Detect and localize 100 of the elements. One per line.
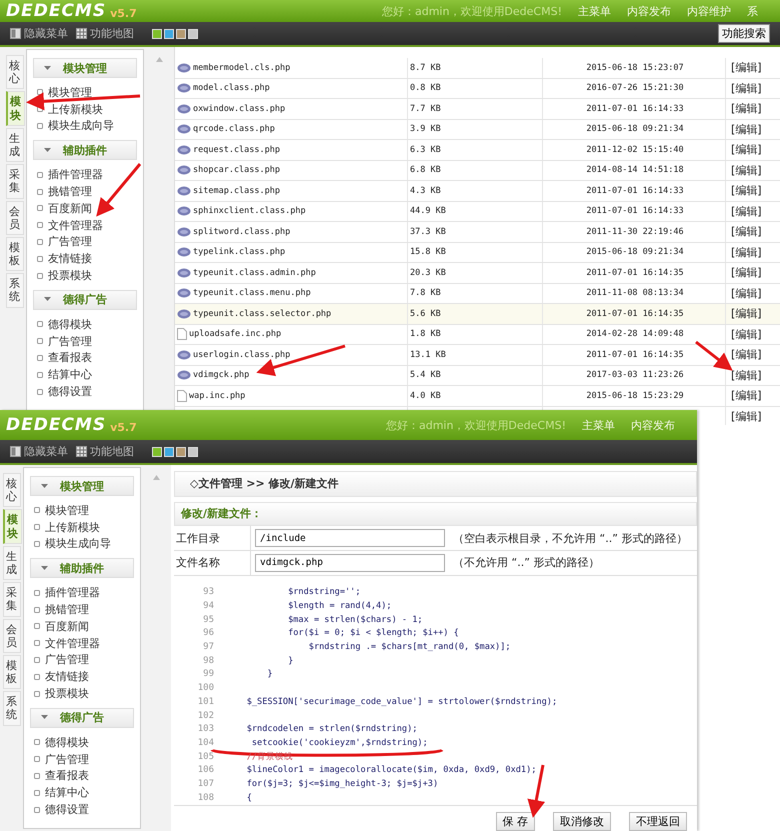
sidebar-item[interactable]: 广告管理 bbox=[48, 234, 92, 250]
toolbar-link[interactable]: 隐藏菜单 bbox=[24, 26, 68, 41]
side-tab[interactable]: 核心 bbox=[6, 55, 24, 90]
file-name[interactable]: splitword.class.php bbox=[193, 226, 290, 237]
group-header[interactable]: 辅助插件 bbox=[33, 140, 137, 160]
side-tab[interactable]: 核心 bbox=[3, 473, 21, 508]
side-tab[interactable]: 模块 bbox=[6, 91, 25, 126]
side-tab[interactable]: 系统 bbox=[6, 273, 24, 308]
edit-link[interactable]: [编辑] bbox=[731, 80, 762, 96]
file-name[interactable]: vdimgck.php bbox=[193, 370, 250, 380]
table-row[interactable]: oxwindow.class.php 7.7 KB 2011-07-01 16:14:33 [编辑] bbox=[175, 99, 780, 120]
toolbar-link[interactable]: 隐藏菜单 bbox=[24, 444, 68, 459]
file-name[interactable]: typeunit.class.admin.php bbox=[193, 268, 316, 278]
group-header[interactable]: 模块管理 bbox=[30, 476, 134, 496]
file-name[interactable]: membermodel.cls.php bbox=[193, 62, 290, 73]
sidebar-item[interactable]: 友情链接 bbox=[45, 669, 89, 684]
side-tab[interactable]: 系统 bbox=[3, 691, 21, 726]
edit-link[interactable]: [编辑] bbox=[731, 347, 762, 362]
side-tab[interactable]: 模板 bbox=[3, 654, 21, 690]
group-header[interactable]: 德得广告 bbox=[33, 290, 137, 310]
table-row[interactable]: model.class.php 0.8 KB 2016-07-26 15:21:30 [编辑] bbox=[175, 78, 780, 99]
sidebar-item[interactable]: 查看报表 bbox=[48, 350, 92, 366]
group-header[interactable]: 辅助插件 bbox=[30, 558, 134, 578]
side-tab[interactable]: 会员 bbox=[3, 618, 21, 653]
sidebar-item[interactable]: 投票模块 bbox=[48, 268, 92, 284]
file-name[interactable]: sphinxclient.class.php bbox=[193, 206, 306, 216]
edit-link[interactable]: [编辑] bbox=[731, 388, 762, 404]
theme-swatch-icon[interactable] bbox=[188, 28, 198, 38]
table-row[interactable]: request.class.php 6.3 KB 2011-12-02 15:15:40 [编辑] bbox=[175, 140, 780, 160]
edit-link[interactable]: [编辑] bbox=[731, 101, 762, 116]
side-tab[interactable]: 采集 bbox=[3, 582, 21, 616]
group-header[interactable]: 模块管理 bbox=[33, 58, 137, 78]
file-name[interactable]: shopcar.class.php bbox=[193, 165, 280, 176]
theme-swatch-icon[interactable] bbox=[176, 28, 186, 38]
edit-link[interactable]: [编辑] bbox=[731, 204, 762, 219]
file-name[interactable]: wap.inc.php bbox=[189, 390, 246, 401]
sidebar-item[interactable]: 文件管理器 bbox=[45, 636, 100, 651]
table-row[interactable]: sphinxclient.class.php 44.9 KB 2011-07-01 16:14:33 [编辑] bbox=[175, 202, 780, 222]
form-button[interactable]: 取消修改 bbox=[553, 812, 611, 831]
side-tab[interactable]: 生成 bbox=[6, 128, 24, 162]
edit-link[interactable]: [编辑] bbox=[731, 408, 762, 424]
file-name[interactable]: qrcode.class.php bbox=[193, 124, 275, 134]
sidebar-item[interactable]: 插件管理器 bbox=[45, 585, 100, 600]
table-row[interactable]: userlogin.class.php 13.1 KB 2011-07-01 16:14:35 [编辑] bbox=[175, 345, 780, 366]
table-row[interactable]: qrcode.class.php 3.9 KB 2015-06-18 09:21:34 [编辑] bbox=[175, 120, 780, 140]
theme-swatch-icon[interactable] bbox=[188, 446, 198, 456]
table-row[interactable]: uploadsafe.inc.php 1.8 KB 2014-02-28 14:09:48 [编辑] bbox=[175, 324, 780, 345]
sidebar-item[interactable]: 查看报表 bbox=[45, 768, 89, 784]
side-tab[interactable]: 会员 bbox=[6, 200, 24, 235]
sidebar-item[interactable]: 插件管理器 bbox=[48, 167, 103, 182]
sidebar-item[interactable]: 广告管理 bbox=[48, 334, 92, 349]
file-name[interactable]: typeunit.class.menu.php bbox=[193, 288, 311, 298]
sidebar-item[interactable]: 广告管理 bbox=[45, 752, 89, 767]
sidebar-item[interactable]: 结算中心 bbox=[45, 785, 89, 800]
table-row[interactable]: vdimgck.php 5.4 KB 2017-03-03 11:23:26 [编辑] bbox=[175, 366, 780, 386]
form-button[interactable]: 保 存 bbox=[496, 812, 535, 831]
table-row[interactable]: typeunit.class.selector.php 5.6 KB 2011-07-01 16:14:35 [编辑] bbox=[175, 304, 780, 324]
side-tab[interactable]: 采集 bbox=[6, 164, 24, 198]
file-name[interactable]: uploadsafe.inc.php bbox=[189, 329, 282, 340]
edit-link[interactable]: [编辑] bbox=[731, 244, 762, 260]
file-name[interactable]: oxwindow.class.php bbox=[193, 104, 286, 114]
file-name[interactable]: model.class.php bbox=[193, 83, 270, 94]
file-name[interactable]: typeunit.class.selector.php bbox=[193, 308, 332, 319]
side-tab[interactable]: 模块 bbox=[3, 509, 22, 544]
sidebar-item[interactable]: 德得设置 bbox=[45, 802, 89, 818]
toolbar-link[interactable]: 功能地图 bbox=[90, 26, 134, 41]
input-field[interactable]: vdimgck.php bbox=[255, 554, 445, 572]
theme-swatch-icon[interactable] bbox=[176, 446, 186, 456]
sidebar-item[interactable]: 友情链接 bbox=[48, 251, 92, 266]
theme-swatch-icon[interactable] bbox=[152, 446, 162, 456]
edit-link[interactable]: [编辑] bbox=[731, 142, 762, 158]
file-name[interactable]: typelink.class.php bbox=[193, 247, 286, 258]
edit-link[interactable]: [编辑] bbox=[731, 183, 762, 198]
edit-link[interactable]: [编辑] bbox=[731, 306, 762, 322]
theme-swatch-icon[interactable] bbox=[164, 28, 174, 38]
sidebar-item[interactable]: 模块生成向导 bbox=[48, 118, 114, 134]
file-name[interactable]: sitemap.class.php bbox=[193, 186, 280, 196]
sidebar-item[interactable]: 德得设置 bbox=[48, 384, 92, 400]
sidebar-item[interactable]: 德得模块 bbox=[45, 734, 89, 750]
sidebar-item[interactable]: 挑错管理 bbox=[45, 602, 89, 618]
file-name[interactable]: userlogin.class.php bbox=[193, 350, 290, 360]
sidebar-item[interactable]: 百度新闻 bbox=[48, 200, 92, 216]
sidebar-item[interactable]: 德得模块 bbox=[48, 316, 92, 332]
theme-swatch-icon[interactable] bbox=[152, 28, 162, 38]
input-field[interactable]: /include bbox=[255, 529, 445, 548]
edit-link[interactable]: [编辑] bbox=[731, 265, 762, 280]
sidebar-item[interactable]: 上传新模块 bbox=[48, 102, 103, 117]
sidebar-item[interactable]: 百度新闻 bbox=[45, 618, 89, 634]
theme-swatch-icon[interactable] bbox=[164, 446, 174, 456]
edit-link[interactable]: [编辑] bbox=[731, 60, 762, 76]
sidebar-item[interactable]: 文件管理器 bbox=[48, 218, 103, 233]
edit-link[interactable]: [编辑] bbox=[731, 224, 762, 240]
table-row[interactable]: splitword.class.php 37.3 KB 2011-11-30 22:19:46 [编辑] bbox=[175, 222, 780, 242]
sidebar-item[interactable]: 上传新模块 bbox=[45, 520, 100, 535]
search-button[interactable]: 功能搜索 bbox=[718, 24, 770, 43]
table-row[interactable]: sitemap.class.php 4.3 KB 2011-07-01 16:14:33 [编辑] bbox=[175, 181, 780, 202]
table-row[interactable]: shopcar.class.php 6.8 KB 2014-08-14 14:51:18 [编辑] bbox=[175, 160, 780, 181]
file-name[interactable]: request.class.php bbox=[193, 144, 280, 155]
toolbar-link[interactable]: 功能地图 bbox=[90, 444, 134, 459]
edit-link[interactable]: [编辑] bbox=[731, 122, 762, 137]
